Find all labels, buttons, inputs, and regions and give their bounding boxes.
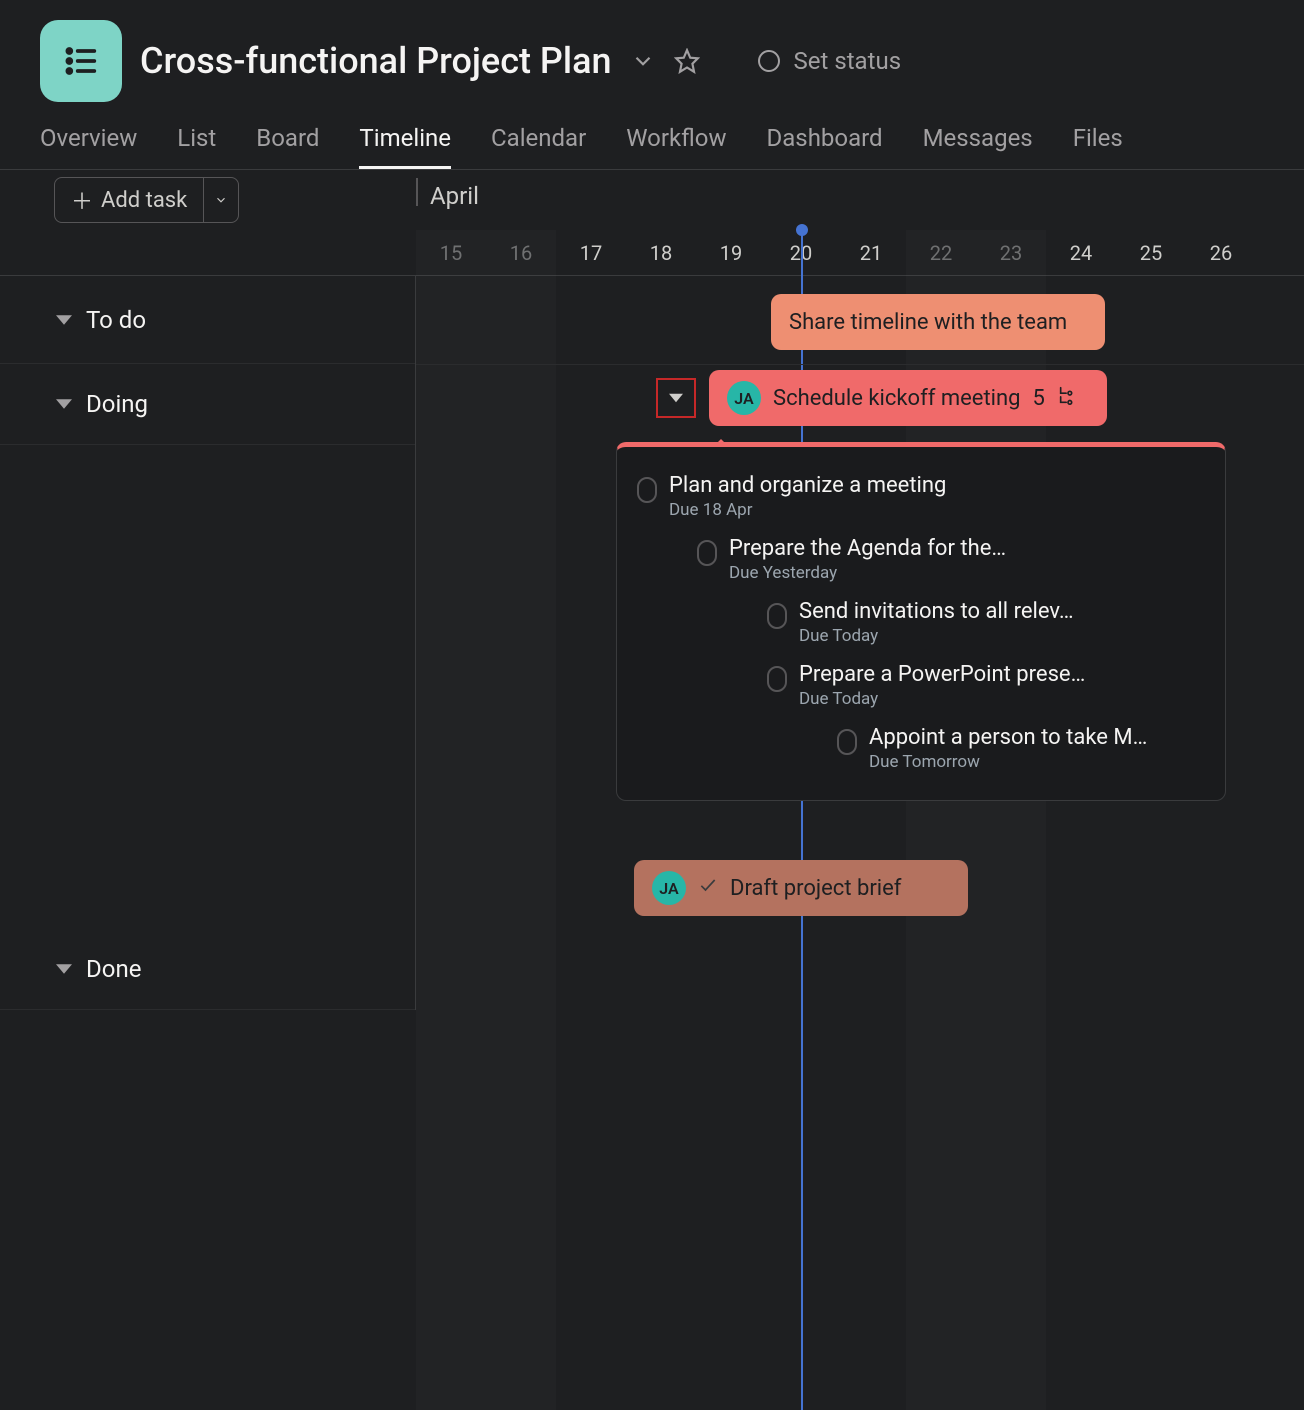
subtask-due: Due Today	[799, 626, 1205, 646]
month-divider	[416, 178, 418, 206]
complete-checkbox[interactable]	[767, 666, 787, 692]
caret-down-icon	[56, 306, 72, 334]
task-label: Share timeline with the team	[789, 310, 1067, 335]
subtask-due: Due Today	[799, 689, 1205, 709]
tab-files[interactable]: Files	[1073, 124, 1123, 169]
plus-icon: ＋	[71, 184, 93, 216]
task-label: Schedule kickoff meeting	[773, 386, 1021, 411]
date-cell[interactable]: 18	[626, 230, 696, 275]
date-cell[interactable]: 25	[1116, 230, 1186, 275]
subtask-item[interactable]: Plan and organize a meeting Due 18 Apr	[637, 465, 1205, 528]
status-label: Set status	[794, 47, 902, 75]
avatar: JA	[652, 871, 686, 905]
tab-messages[interactable]: Messages	[923, 124, 1033, 169]
set-status-button[interactable]: Set status	[758, 47, 902, 75]
tab-timeline[interactable]: Timeline	[359, 124, 451, 169]
add-task-label: Add task	[101, 188, 187, 213]
section-label: Doing	[86, 390, 148, 418]
complete-checkbox[interactable]	[837, 729, 857, 755]
subtask-title: Send invitations to all relev…	[799, 599, 1205, 624]
status-circle-icon	[758, 50, 780, 72]
section-todo[interactable]: To do	[0, 276, 415, 364]
complete-checkbox[interactable]	[637, 477, 657, 503]
task-bar-draft-brief[interactable]: JA Draft project brief	[634, 860, 968, 916]
subtask-count: 5	[1033, 386, 1045, 411]
tab-board[interactable]: Board	[256, 124, 319, 169]
tab-overview[interactable]: Overview	[40, 124, 137, 169]
complete-checkbox[interactable]	[697, 540, 717, 566]
tab-calendar[interactable]: Calendar	[491, 124, 586, 169]
section-label: Done	[86, 955, 141, 983]
subtask-due: Due 18 Apr	[669, 500, 1205, 520]
expand-subtasks-button[interactable]	[656, 378, 696, 418]
subtask-due: Due Yesterday	[729, 563, 1205, 583]
date-cell[interactable]: 21	[836, 230, 906, 275]
subtask-due: Due Tomorrow	[869, 752, 1205, 772]
task-bar-share-timeline[interactable]: Share timeline with the team	[771, 294, 1105, 350]
view-tabs: Overview List Board Timeline Calendar Wo…	[0, 112, 1304, 170]
subtask-item[interactable]: Prepare a PowerPoint prese… Due Today	[767, 654, 1205, 717]
subtask-title: Appoint a person to take M…	[869, 725, 1205, 750]
section-doing[interactable]: Doing	[0, 364, 415, 445]
section-done[interactable]: Done	[0, 929, 415, 1010]
subtask-item[interactable]: Send invitations to all relev… Due Today	[767, 591, 1205, 654]
tab-dashboard[interactable]: Dashboard	[767, 124, 883, 169]
add-task-button[interactable]: ＋ Add task	[54, 177, 239, 223]
caret-down-icon	[56, 955, 72, 983]
task-bar-kickoff[interactable]: JA Schedule kickoff meeting 5	[709, 370, 1107, 426]
project-title[interactable]: Cross-functional Project Plan	[140, 40, 612, 82]
section-label: To do	[86, 306, 146, 334]
add-task-dropdown[interactable]	[204, 178, 238, 222]
weekend-shade	[416, 230, 556, 1410]
subtasks-icon	[1057, 384, 1079, 412]
today-marker	[796, 224, 808, 236]
star-icon[interactable]	[674, 48, 700, 74]
caret-down-icon	[56, 390, 72, 418]
tab-list[interactable]: List	[177, 124, 216, 169]
chevron-down-icon[interactable]	[630, 48, 656, 74]
check-icon	[698, 875, 718, 901]
month-label: April	[430, 182, 479, 210]
date-cell[interactable]: 17	[556, 230, 626, 275]
subtask-title: Prepare a PowerPoint prese…	[799, 662, 1205, 687]
date-cell[interactable]: 24	[1046, 230, 1116, 275]
avatar: JA	[727, 381, 761, 415]
subtasks-popover: Plan and organize a meeting Due 18 Apr P…	[616, 442, 1226, 801]
complete-checkbox[interactable]	[767, 603, 787, 629]
subtask-item[interactable]: Appoint a person to take M… Due Tomorrow	[837, 717, 1205, 780]
subtask-title: Prepare the Agenda for the…	[729, 536, 1205, 561]
project-icon[interactable]	[40, 20, 122, 102]
tab-workflow[interactable]: Workflow	[626, 124, 726, 169]
subtask-item[interactable]: Prepare the Agenda for the… Due Yesterda…	[697, 528, 1205, 591]
task-label: Draft project brief	[730, 876, 901, 901]
date-cell[interactable]: 26	[1186, 230, 1256, 275]
subtask-title: Plan and organize a meeting	[669, 473, 1205, 498]
section-divider	[416, 364, 1304, 365]
date-cell[interactable]: 19	[696, 230, 766, 275]
